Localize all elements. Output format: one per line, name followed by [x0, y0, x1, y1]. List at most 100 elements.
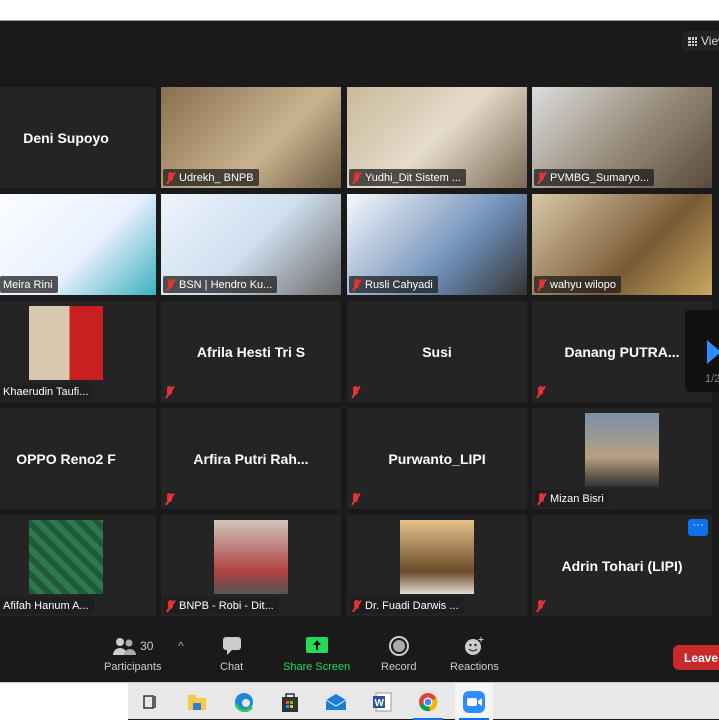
mic-muted-icon — [165, 493, 174, 505]
zoom-icon[interactable] — [455, 683, 493, 720]
name-label: Mizan Bisri — [534, 490, 609, 507]
participant-tile[interactable]: Mizan Bisri — [532, 408, 712, 509]
mic-muted-icon — [537, 171, 546, 184]
participant-tile[interactable]: Arfira Putri Rah... — [161, 408, 341, 509]
share-screen-label: Share Screen — [283, 661, 351, 673]
participant-name: Afrila Hesti Tri S — [196, 343, 306, 360]
participant-name: BSN | Hendro Ku... — [179, 278, 273, 291]
mic-muted-icon — [352, 599, 361, 612]
participant-tile[interactable]: BSN | Hendro Ku... — [161, 194, 341, 295]
participants-icon: 30 — [112, 635, 153, 657]
name-label: Afifah Hanum A... — [0, 597, 94, 614]
mic-muted-icon — [536, 386, 545, 398]
record-icon — [388, 635, 409, 657]
participant-tile[interactable]: BNPB - Robi - Dit... — [161, 515, 341, 616]
mic-muted-icon — [536, 600, 545, 612]
participant-name: Deni Supoyo — [23, 129, 109, 146]
mic-muted-icon — [537, 492, 546, 505]
participant-name: wahyu wilopo — [550, 278, 617, 291]
participant-tile[interactable]: Adrin Tohari (LIPI) ··· — [532, 515, 712, 616]
name-label: PVMBG_Sumaryo... — [534, 169, 655, 186]
mic-muted-icon — [537, 278, 546, 291]
reactions-label: Reactions — [450, 661, 499, 673]
page-indicator: 1/2 — [705, 373, 719, 385]
participant-tile[interactable]: Udrekh_ BNPB — [161, 87, 341, 188]
record-button[interactable]: Record — [381, 635, 416, 673]
avatar — [29, 306, 103, 380]
next-page-button[interactable]: 1/2 — [685, 310, 719, 392]
participants-button[interactable]: 30 Participants — [104, 635, 161, 673]
word-icon[interactable]: W — [363, 683, 401, 720]
search-area[interactable] — [0, 683, 128, 720]
avatar — [29, 520, 103, 594]
chrome-icon[interactable] — [409, 683, 447, 720]
participants-count: 30 — [140, 639, 154, 653]
chat-label: Chat — [220, 661, 244, 673]
name-label: Dr. Fuadi Darwis ... — [349, 597, 464, 614]
mic-muted-icon — [351, 493, 360, 505]
avatar — [585, 413, 659, 487]
participant-tile[interactable]: PVMBG_Sumaryo... — [532, 87, 712, 188]
participant-tile[interactable]: Meira Rini — [0, 194, 156, 295]
mic-muted-icon — [352, 171, 361, 184]
participant-name: Khaerudin Taufi... — [3, 385, 89, 398]
avatar — [400, 520, 474, 594]
participant-name: Meira Rini — [3, 278, 53, 291]
mic-muted-icon — [166, 599, 175, 612]
participant-tile[interactable]: wahyu wilopo — [532, 194, 712, 295]
participant-tile[interactable]: Rusli Cahyadi — [347, 194, 527, 295]
reactions-icon — [463, 635, 485, 657]
participant-tile[interactable]: Deni Supoyo — [0, 87, 156, 188]
mic-muted-icon — [165, 386, 174, 398]
mic-muted-icon — [166, 278, 175, 291]
participant-name: Arfira Putri Rah... — [193, 450, 309, 467]
view-button[interactable]: View — [682, 31, 719, 51]
name-label: Udrekh_ BNPB — [163, 169, 259, 186]
participant-name: Yudhi_Dit Sistem ... — [365, 171, 461, 184]
leave-button[interactable]: Leave — [673, 645, 719, 670]
chat-icon — [222, 635, 242, 657]
name-label: Yudhi_Dit Sistem ... — [349, 169, 466, 186]
window-top-bar — [0, 0, 719, 21]
file-explorer-icon[interactable] — [178, 683, 216, 720]
participant-tile[interactable]: Afifah Hanum A... — [0, 515, 156, 616]
participant-name: Purwanto_LIPI — [388, 450, 486, 467]
avatar — [214, 520, 288, 594]
participant-tile[interactable]: Dr. Fuadi Darwis ... — [347, 515, 527, 616]
name-label: BSN | Hendro Ku... — [163, 276, 278, 293]
participant-name: PVMBG_Sumaryo... — [550, 171, 650, 184]
mail-icon[interactable] — [317, 683, 355, 720]
more-options-button[interactable]: ··· — [688, 519, 708, 536]
task-view-icon[interactable] — [131, 683, 169, 720]
participant-tile[interactable]: Susi — [347, 301, 527, 402]
chat-button[interactable]: Chat — [220, 635, 243, 673]
mic-muted-icon — [166, 171, 175, 184]
name-label: wahyu wilopo — [534, 276, 622, 293]
participant-name: Adrin Tohari (LIPI) — [561, 557, 683, 574]
participant-tile[interactable]: OPPO Reno2 F — [0, 408, 156, 509]
participant-name: BNPB - Robi - Dit... — [179, 599, 274, 612]
reactions-button[interactable]: Reactions — [450, 635, 499, 673]
participant-name: OPPO Reno2 F — [16, 450, 116, 467]
share-screen-icon — [305, 635, 328, 657]
store-icon[interactable] — [271, 683, 309, 720]
arrow-right-icon — [707, 340, 719, 364]
svg-text:W: W — [375, 698, 385, 709]
participant-name: Dr. Fuadi Darwis ... — [365, 599, 459, 612]
participant-name: Udrekh_ BNPB — [179, 171, 254, 184]
participant-tile[interactable]: Yudhi_Dit Sistem ... — [347, 87, 527, 188]
edge-icon[interactable] — [225, 683, 263, 720]
view-label: View — [701, 34, 719, 48]
participant-tile[interactable]: Afrila Hesti Tri S — [161, 301, 341, 402]
name-label: Meira Rini — [0, 276, 58, 293]
participant-name: Mizan Bisri — [550, 492, 604, 505]
participant-tile[interactable]: Purwanto_LIPI — [347, 408, 527, 509]
mic-muted-icon — [351, 386, 360, 398]
grid-icon — [688, 36, 697, 46]
participant-tile[interactable]: Khaerudin Taufi... — [0, 301, 156, 402]
participant-name: Rusli Cahyadi — [365, 278, 433, 291]
name-label: Khaerudin Taufi... — [0, 383, 94, 400]
participants-chevron-up-icon[interactable]: ^ — [178, 639, 184, 653]
participant-name: Afifah Hanum A... — [3, 599, 89, 612]
share-screen-button[interactable]: Share Screen — [283, 635, 350, 673]
